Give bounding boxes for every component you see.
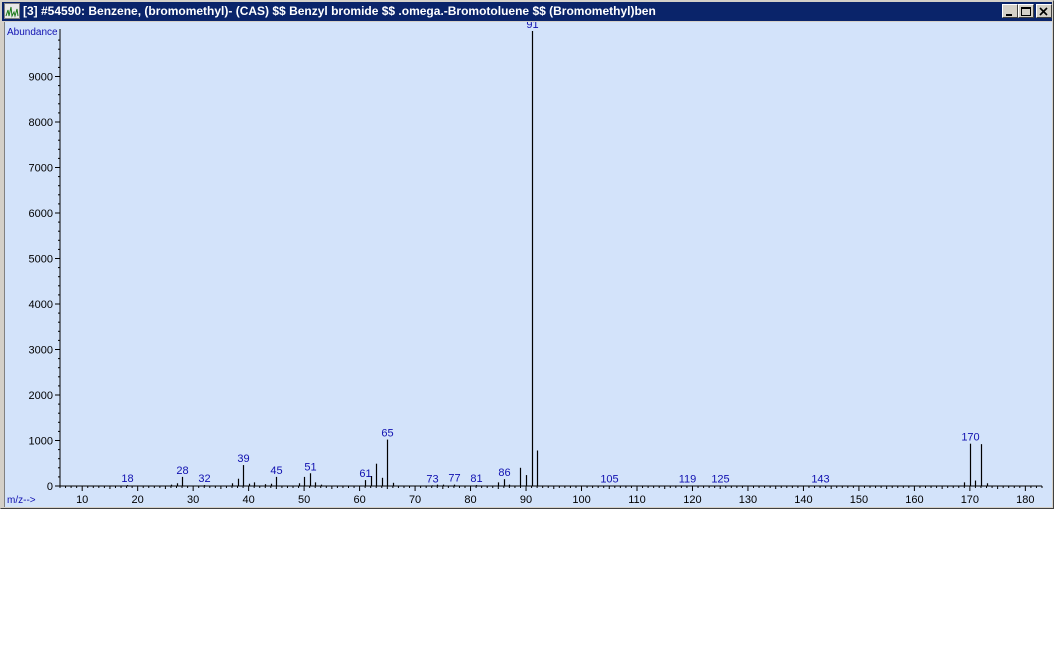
- x-tick-label: 20: [132, 494, 144, 506]
- peak-label-73: 73: [426, 473, 438, 485]
- peak-label-86: 86: [498, 467, 510, 479]
- peak-label-28: 28: [176, 465, 188, 477]
- x-tick-label: 60: [353, 494, 365, 506]
- peaks: [126, 31, 989, 486]
- x-axis-label: m/z-->: [7, 495, 36, 506]
- peak-label-65: 65: [381, 428, 393, 440]
- x-tick-label: 90: [520, 494, 532, 506]
- x-tick-label: 150: [850, 494, 868, 506]
- x-tick-label: 30: [187, 494, 199, 506]
- peak-label-32: 32: [198, 473, 210, 485]
- peak-label-39: 39: [237, 453, 249, 465]
- peak-label-143: 143: [811, 474, 829, 486]
- spectrum-app-icon[interactable]: [4, 3, 20, 19]
- x-tick-label: 100: [572, 494, 590, 506]
- y-tick-label: 6000: [29, 208, 53, 220]
- minimize-button[interactable]: [1002, 4, 1018, 18]
- peak-label-105: 105: [600, 474, 618, 486]
- peak-label-51: 51: [304, 461, 316, 473]
- peak-label-18: 18: [121, 473, 133, 485]
- x-tick-label: 110: [628, 494, 646, 506]
- x-tick-label: 140: [794, 494, 812, 506]
- peak-label-81: 81: [470, 473, 482, 485]
- peak-label-170: 170: [961, 432, 979, 444]
- x-tick-label: 170: [961, 494, 979, 506]
- x-tick-label: 70: [409, 494, 421, 506]
- x-tick-label: 130: [739, 494, 757, 506]
- peak-label-125: 125: [711, 474, 729, 486]
- x-tick-label: 10: [76, 494, 88, 506]
- y-tick-label: 9000: [29, 72, 53, 84]
- x-tick-label: 160: [905, 494, 923, 506]
- spectrum-plot-area[interactable]: 0 1000 2000 3000 4000 5000 6000 7000 8000 9000 10 2…: [4, 19, 1052, 507]
- maximize-button[interactable]: [1018, 4, 1034, 18]
- peak-label-77: 77: [448, 473, 460, 485]
- axes: 0 1000 2000 3000 4000 5000 6000 7000 8000 9000 10 2…: [29, 29, 1043, 506]
- peak-label-119: 119: [679, 474, 697, 486]
- peak-labels: 18 28 32 39 45 51 61 65 73 77 81 86 91 105 119 125 143 17…: [121, 19, 979, 486]
- x-tick-label: 40: [243, 494, 255, 506]
- title-bar[interactable]: [3] #54590: Benzene, (bromomethyl)- (CAS…: [2, 2, 1052, 21]
- x-tick-label: 80: [464, 494, 476, 506]
- x-tick-label: 120: [683, 494, 701, 506]
- y-tick-label: 7000: [29, 163, 53, 175]
- peak-label-61: 61: [359, 468, 371, 480]
- mass-spectrum-chart: 0 1000 2000 3000 4000 5000 6000 7000 8000 9000 10 2…: [7, 19, 1043, 506]
- x-tick-label: 50: [298, 494, 310, 506]
- y-axis-label: Abundance: [7, 27, 58, 38]
- x-tick-label: 180: [1016, 494, 1034, 506]
- y-tick-label: 4000: [29, 299, 53, 311]
- y-tick-label: 8000: [29, 117, 53, 129]
- y-tick-label: 0: [47, 481, 53, 493]
- y-tick-label: 3000: [29, 345, 53, 357]
- spectrum-window: [3] #54590: Benzene, (bromomethyl)- (CAS…: [0, 0, 1054, 509]
- y-tick-label: 1000: [29, 436, 53, 448]
- y-tick-label: 2000: [29, 390, 53, 402]
- peak-label-45: 45: [270, 465, 282, 477]
- y-tick-label: 5000: [29, 254, 53, 266]
- close-button[interactable]: [1036, 4, 1052, 18]
- peak-label-91: 91: [526, 22, 538, 31]
- window-title: [3] #54590: Benzene, (bromomethyl)- (CAS…: [23, 4, 656, 18]
